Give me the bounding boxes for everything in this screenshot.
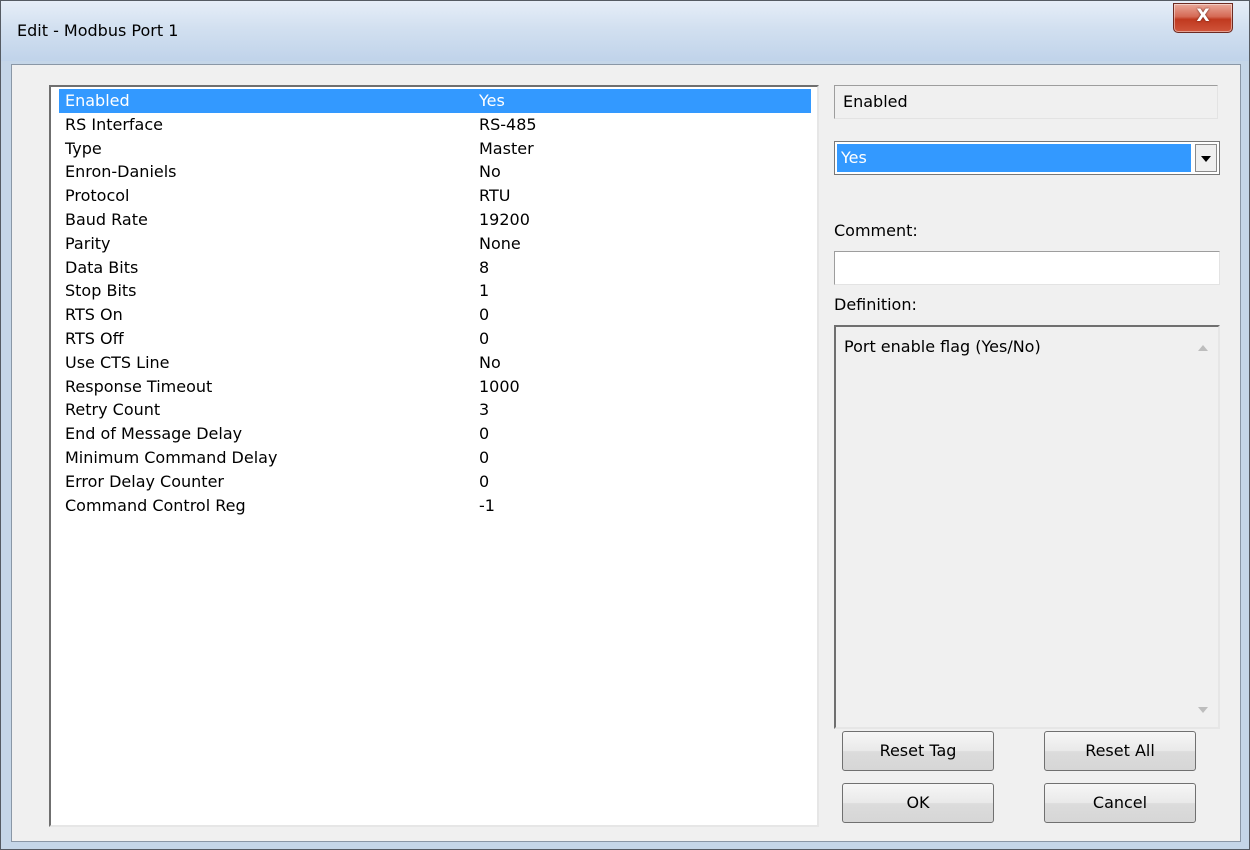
value-dropdown-selected[interactable]: Yes [837,144,1191,172]
list-item-name: Baud Rate [65,210,148,229]
list-item[interactable]: Response Timeout 1000 [59,375,811,399]
list-item[interactable]: Enron-Daniels No [59,160,811,184]
list-item-name: Command Control Reg [65,495,246,515]
list-item[interactable]: Minimum Command Delay 0 [59,446,811,470]
list-item-name: Parity [65,233,111,253]
window-title: Edit - Modbus Port 1 [17,21,179,40]
list-item-value: 0 [479,471,490,491]
list-item-name: Enron-Daniels [65,162,177,182]
comment-label: Comment: [834,221,918,240]
list-item-name: Data Bits [65,257,139,277]
scroll-down-icon[interactable] [1198,707,1208,713]
definition-text: Port enable flag (Yes/No) [844,337,1041,356]
scroll-up-icon[interactable] [1198,345,1208,351]
list-item-name: Use CTS Line [65,352,170,372]
list-item-name: RTS On [65,305,123,325]
list-item[interactable]: Use CTS Line No [59,351,811,375]
list-item-value: RS-485 [479,114,537,134]
list-item-value: 0 [479,448,490,467]
list-item[interactable]: Parity None [59,232,811,256]
list-item-name: RTS Off [65,329,124,348]
dialog-client-area: Enabled Yes RS Interface RS-485 Type Master En… [11,64,1241,842]
list-item-value: -1 [479,495,495,515]
list-item-value: Yes [479,91,505,110]
chevron-down-icon [1201,156,1211,162]
title-bar[interactable]: Edit - Modbus Port 1 X [1,1,1249,61]
list-item-value: 0 [479,305,490,325]
list-item-name: End of Message Delay [65,424,243,444]
list-item-name: Enabled [65,91,130,110]
list-item[interactable]: RTS Off 0 [59,327,811,351]
list-item-value: 1 [479,281,490,301]
list-item[interactable]: Type Master [59,137,811,161]
ok-button[interactable]: OK [842,783,994,823]
list-item[interactable]: Error Delay Counter 0 [59,470,811,494]
list-item-value: None [479,233,521,253]
list-item[interactable]: Enabled Yes [59,89,811,113]
list-item[interactable]: End of Message Delay 0 [59,422,811,446]
list-item-name: Response Timeout [65,376,213,396]
close-icon: X [1196,6,1210,26]
list-item-name: Stop Bits [65,281,137,301]
list-item-value: 19200 [479,210,530,229]
list-item-name: RS Interface [65,114,163,134]
list-item-value: 8 [479,257,490,277]
reset-all-button[interactable]: Reset All [1044,731,1196,771]
parameter-list[interactable]: Enabled Yes RS Interface RS-485 Type Master En… [49,85,819,827]
list-item-name: Type [65,138,102,158]
list-item-value: No [479,352,501,372]
list-item-name: Minimum Command Delay [65,448,278,467]
list-item-name: Retry Count [65,400,161,420]
list-item-name: Protocol [65,186,130,206]
value-dropdown[interactable]: Yes [834,141,1220,175]
list-item-name: Error Delay Counter [65,471,224,491]
edit-dialog-window: Edit - Modbus Port 1 X Enabled Yes RS Inte… [0,0,1250,850]
list-item-value: 0 [479,424,490,444]
list-item[interactable]: Protocol RTU [59,184,811,208]
reset-tag-button[interactable]: Reset Tag [842,731,994,771]
comment-input[interactable] [834,251,1220,285]
list-item-value: Master [479,138,534,158]
close-button[interactable]: X [1173,3,1233,33]
list-item[interactable]: Baud Rate 19200 [59,208,811,232]
definition-label: Definition: [834,295,917,314]
list-item-value: RTU [479,186,511,206]
list-item[interactable]: RTS On 0 [59,303,811,327]
cancel-button[interactable]: Cancel [1044,783,1196,823]
list-item-value: No [479,162,501,182]
list-item[interactable]: Command Control Reg -1 [59,494,811,518]
list-item-value: 1000 [479,376,520,396]
list-item-value: 3 [479,400,490,420]
list-item[interactable]: Retry Count 3 [59,398,811,422]
selected-field-name: Enabled [834,85,1218,119]
dropdown-arrow-button[interactable] [1195,144,1217,172]
list-item[interactable]: RS Interface RS-485 [59,113,811,137]
list-item[interactable]: Stop Bits 1 [59,279,811,303]
list-item-value: 0 [479,329,490,348]
list-item[interactable]: Data Bits 8 [59,256,811,280]
definition-box[interactable]: Port enable flag (Yes/No) [834,325,1220,729]
